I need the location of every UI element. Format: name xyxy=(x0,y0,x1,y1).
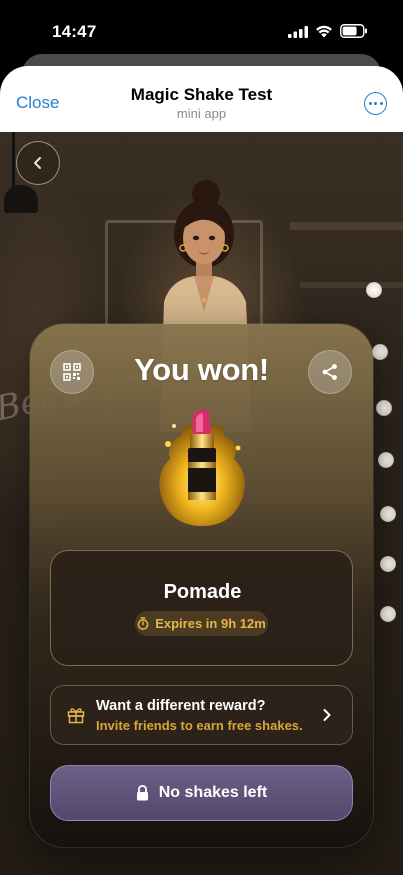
shake-button-label: No shakes left xyxy=(158,784,268,801)
lamp-shade xyxy=(4,185,38,213)
invite-friends-row[interactable]: Want a different reward? Invite friends … xyxy=(50,685,353,745)
vanity-bulb xyxy=(376,400,392,416)
cellular-signal-icon xyxy=(288,26,308,38)
share-button[interactable] xyxy=(308,350,352,394)
timer-icon xyxy=(137,617,149,630)
reward-card: You won! Pomade Expires in 9h 12m Want a… xyxy=(30,324,373,847)
mini-app-window: Close Magic Shake Test mini app Beauty S… xyxy=(0,66,403,875)
vanity-bulb xyxy=(380,606,396,622)
status-bar: 14:47 xyxy=(0,0,403,62)
invite-title: Want a different reward? xyxy=(96,698,266,714)
vanity-bulb xyxy=(372,344,388,360)
status-time: 14:47 xyxy=(52,22,97,41)
invite-subtitle: Invite friends to earn free shakes. xyxy=(96,718,303,733)
vanity-bulb xyxy=(380,506,396,522)
expiry-text: Expires in 9h 12m xyxy=(155,616,266,631)
gift-icon xyxy=(67,708,85,724)
wifi-icon xyxy=(316,25,332,38)
lock-icon xyxy=(136,785,148,801)
battery-icon xyxy=(340,24,367,38)
vanity-bulb xyxy=(366,282,382,298)
vanity-bulb xyxy=(380,556,396,572)
expiry-badge: Expires in 9h 12m xyxy=(135,611,268,636)
app-title: Magic Shake Test xyxy=(130,85,273,104)
prize-name: Pomade xyxy=(163,581,242,603)
wall-shelf xyxy=(300,282,403,288)
lipstick-illustration xyxy=(159,409,245,526)
back-button[interactable] xyxy=(16,141,60,185)
wall-shelf xyxy=(290,222,403,230)
vanity-bulb xyxy=(378,452,394,468)
chevron-right-icon xyxy=(323,709,331,721)
mini-app-header: Close Magic Shake Test mini app xyxy=(0,66,403,132)
shake-button[interactable]: No shakes left xyxy=(50,765,353,821)
back-arrow-icon xyxy=(34,157,41,169)
share-icon xyxy=(322,364,337,380)
prize-panel: Pomade Expires in 9h 12m xyxy=(50,550,353,666)
app-subtitle: mini app xyxy=(176,106,227,121)
pendant-lamp xyxy=(12,132,15,187)
more-icon[interactable] xyxy=(364,92,387,115)
